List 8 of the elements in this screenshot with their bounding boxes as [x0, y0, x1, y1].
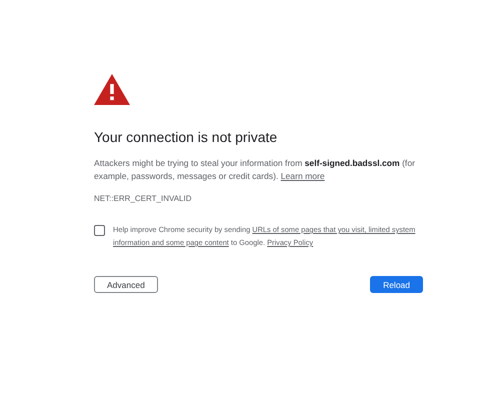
error-code: NET::ERR_CERT_INVALID: [94, 194, 192, 203]
warning-message: Attackers might be trying to steal your information from self-signed.badssl.com (for example, passwords, messages or credit cards). Learn more: [94, 157, 416, 183]
advanced-button[interactable]: Advanced: [94, 276, 158, 293]
learn-more-link[interactable]: Learn more: [280, 171, 325, 181]
page-heading: Your connection is not private: [94, 129, 278, 145]
reload-button[interactable]: Reload: [370, 276, 423, 293]
warning-icon: [94, 74, 130, 105]
checkbox[interactable]: [94, 225, 105, 236]
